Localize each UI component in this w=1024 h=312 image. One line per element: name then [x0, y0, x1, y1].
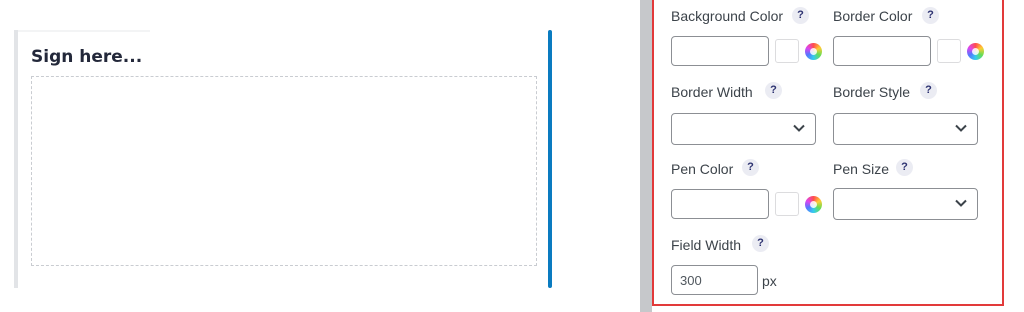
signature-settings-panel: Background Color ? Border Color ? Border…: [652, 0, 1004, 306]
pen-color-wheel-icon[interactable]: [805, 196, 822, 213]
border-color-wheel-icon[interactable]: [967, 43, 984, 60]
border-color-label: Border Color: [833, 8, 913, 24]
border-width-label: Border Width: [671, 84, 753, 100]
background-color-swatch[interactable]: [775, 39, 799, 63]
pen-color-help-icon[interactable]: ?: [742, 159, 759, 176]
signature-field-preview: Sign here...: [14, 30, 552, 288]
selected-field-indicator: [548, 30, 552, 288]
chevron-down-icon: [955, 199, 967, 207]
signature-pad[interactable]: [31, 76, 537, 266]
field-left-border: [14, 30, 18, 288]
border-style-select[interactable]: [833, 113, 978, 145]
pen-color-input[interactable]: [671, 189, 769, 219]
border-color-input[interactable]: [833, 36, 931, 66]
field-width-unit: px: [762, 273, 777, 289]
border-width-select[interactable]: [671, 113, 816, 145]
pen-size-help-icon[interactable]: ?: [896, 159, 913, 176]
pen-size-select[interactable]: [833, 188, 978, 220]
background-color-help-icon[interactable]: ?: [792, 7, 809, 24]
pen-color-label: Pen Color: [671, 161, 734, 177]
field-top-border: [18, 30, 150, 32]
chevron-down-icon: [955, 124, 967, 132]
border-color-swatch[interactable]: [937, 39, 961, 63]
field-width-label: Field Width: [671, 237, 742, 253]
background-color-label: Background Color: [671, 8, 784, 24]
border-color-help-icon[interactable]: ?: [922, 7, 939, 24]
signature-title: Sign here...: [31, 47, 143, 67]
border-width-help-icon[interactable]: ?: [765, 82, 782, 99]
field-width-input[interactable]: [671, 265, 758, 295]
chevron-down-icon: [793, 124, 805, 132]
border-style-label: Border Style: [833, 84, 911, 100]
pen-color-swatch[interactable]: [775, 192, 799, 216]
panel-divider: [640, 0, 652, 312]
field-width-help-icon[interactable]: ?: [752, 235, 769, 252]
border-style-help-icon[interactable]: ?: [920, 82, 937, 99]
pen-size-label: Pen Size: [833, 161, 890, 177]
background-color-input[interactable]: [671, 36, 769, 66]
background-color-wheel-icon[interactable]: [805, 43, 822, 60]
